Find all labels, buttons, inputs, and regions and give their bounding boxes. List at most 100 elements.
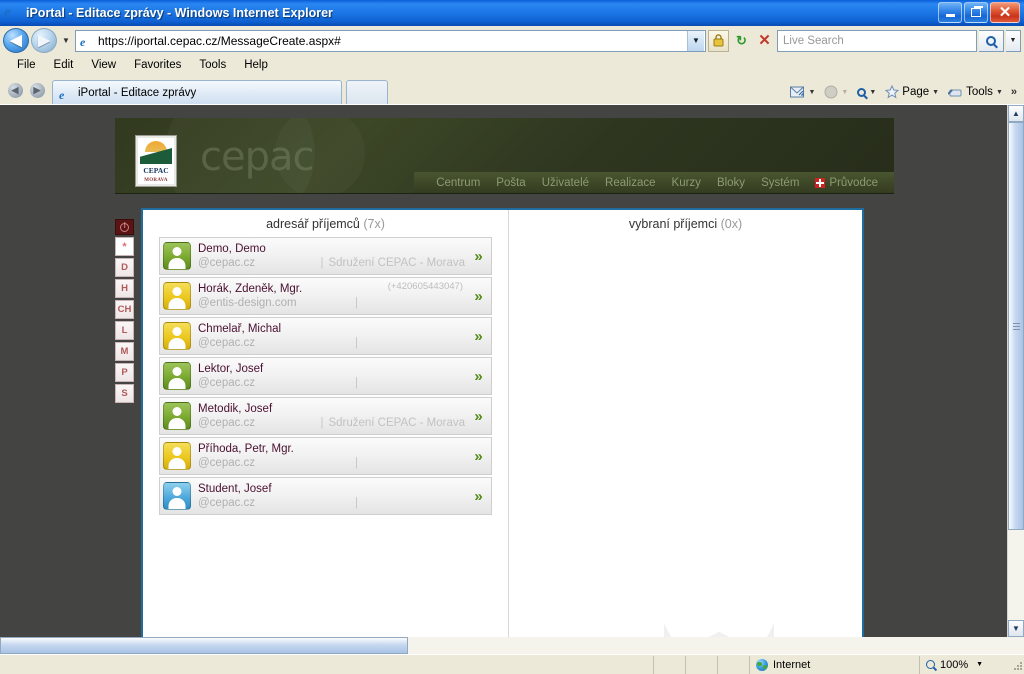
add-recipient-button[interactable]: » xyxy=(465,368,487,385)
history-dropdown-button[interactable]: ▼ xyxy=(59,31,73,51)
command-overflow-button[interactable]: » xyxy=(1008,86,1020,98)
list-item[interactable]: Student, Josef @cepac.cz | » xyxy=(159,477,492,515)
forward-button[interactable]: ▶ xyxy=(31,28,57,53)
menu-item-tools[interactable]: Tools xyxy=(190,57,235,73)
zoom-control[interactable]: 100% ▼ xyxy=(919,655,1007,674)
horizontal-scroll-thumb[interactable] xyxy=(0,637,408,654)
rail-item-s[interactable]: S xyxy=(115,384,134,403)
chevron-down-icon: ▼ xyxy=(841,88,849,96)
list-item[interactable]: Příhoda, Petr, Mgr. @cepac.cz | » xyxy=(159,437,492,475)
menu-item-view[interactable]: View xyxy=(82,57,125,73)
back-arrow-icon: ◀ xyxy=(10,32,22,49)
address-dropdown-button[interactable]: ▼ xyxy=(687,30,704,51)
horizontal-scroll-track[interactable] xyxy=(408,637,1024,654)
rail-item-l[interactable]: L xyxy=(115,321,134,340)
vertical-scroll-thumb[interactable] xyxy=(1008,122,1024,531)
scroll-up-button[interactable]: ▲ xyxy=(1008,105,1024,122)
nav-item-posta[interactable]: Pošta xyxy=(488,177,533,189)
contact-name: Demo, Demo xyxy=(198,243,266,255)
list-item[interactable]: Horák, Zdeněk, Mgr. @entis-design.com | xyxy=(159,277,492,315)
cepac-logo: CEPAC MORAVA xyxy=(135,135,177,187)
contact-email: @cepac.cz xyxy=(198,417,256,429)
contact-email: @entis-design.com xyxy=(198,297,297,309)
nav-item-realizace[interactable]: Realizace xyxy=(597,177,664,189)
nav-item-system[interactable]: Systém xyxy=(753,177,807,189)
list-item[interactable]: Lektor, Josef @cepac.cz | » xyxy=(159,357,492,395)
security-zone-label: Internet xyxy=(773,658,811,671)
rail-item-m[interactable]: M xyxy=(115,342,134,361)
add-recipient-button[interactable]: » xyxy=(465,248,487,265)
chevron-down-icon: ▼ xyxy=(995,88,1003,96)
new-tab-button[interactable] xyxy=(346,80,388,104)
contact-name: Student, Josef xyxy=(198,483,272,495)
forward-arrow-icon: ▶ xyxy=(38,32,50,49)
command-feeds[interactable]: ▼ xyxy=(820,83,852,101)
avatar xyxy=(163,282,191,310)
search-placeholder: Live Search xyxy=(783,34,844,47)
command-page[interactable]: Page ▼ xyxy=(881,83,943,101)
search-input[interactable]: Live Search xyxy=(777,29,977,52)
stop-button[interactable]: ✕ xyxy=(754,30,775,52)
menu-item-edit[interactable]: Edit xyxy=(45,57,83,73)
minimize-button[interactable] xyxy=(938,2,962,23)
security-zone[interactable]: Internet xyxy=(749,655,919,674)
tab-forward-button[interactable]: ▶ xyxy=(26,79,48,101)
command-read-mail[interactable]: ▼ xyxy=(786,84,819,101)
back-arrow-icon: ◀ xyxy=(11,84,19,95)
vertical-scroll-track[interactable] xyxy=(1008,122,1024,620)
contact-list: Demo, Demo @cepac.cz | Sdružení CEPAC - … xyxy=(143,237,508,515)
restore-button[interactable] xyxy=(964,2,988,23)
search-submit-button[interactable] xyxy=(979,29,1004,52)
nav-item-pruvodce-label: Průvodce xyxy=(829,176,878,189)
list-item[interactable]: Metodik, Josef @cepac.cz | Sdružení CEPA… xyxy=(159,397,492,435)
nav-item-bloky[interactable]: Bloky xyxy=(709,177,753,189)
menu-item-favorites[interactable]: Favorites xyxy=(125,57,190,73)
contact-separator: | xyxy=(355,337,358,349)
refresh-button[interactable]: ↻ xyxy=(731,30,752,52)
list-item[interactable]: Demo, Demo @cepac.cz | Sdružení CEPAC - … xyxy=(159,237,492,275)
command-tools[interactable]: Tools ▼ xyxy=(944,84,1007,101)
back-button[interactable]: ◀ xyxy=(3,28,29,53)
logo-subtitle: MORAVA xyxy=(144,178,168,183)
rail-item-d[interactable]: D xyxy=(115,258,134,277)
menu-item-help[interactable]: Help xyxy=(235,57,277,73)
rail-item-p[interactable]: P xyxy=(115,363,134,382)
chevron-down-icon: ▼ xyxy=(932,88,940,96)
scroll-down-button[interactable]: ▼ xyxy=(1008,620,1024,637)
menu-item-file[interactable]: File xyxy=(8,57,45,73)
search-provider-dropdown[interactable]: ▼ xyxy=(1006,29,1021,52)
window-controls: ✕ xyxy=(938,2,1022,23)
address-input[interactable]: e https://iportal.cepac.cz/MessageCreate… xyxy=(75,29,706,52)
browser-window: e iPortal - Editace zprávy - Windows Int… xyxy=(0,0,1024,674)
rail-item-all[interactable]: * xyxy=(115,237,134,256)
security-lock-icon[interactable] xyxy=(708,29,729,52)
nav-item-uzivatele[interactable]: Uživatelé xyxy=(534,177,597,189)
resize-grip[interactable] xyxy=(1010,658,1024,672)
contact-email: @cepac.cz xyxy=(198,337,256,349)
nav-item-centrum[interactable]: Centrum xyxy=(428,177,488,189)
nav-item-pruvodce[interactable]: Průvodce xyxy=(807,177,886,189)
power-icon[interactable] xyxy=(115,219,134,235)
add-recipient-button[interactable]: » xyxy=(465,328,487,345)
nav-item-kurzy[interactable]: Kurzy xyxy=(664,177,709,189)
contact-name: Příhoda, Petr, Mgr. xyxy=(198,443,294,455)
horizontal-scrollbar[interactable] xyxy=(0,637,1024,654)
address-book-column: adresář příjemců (7x) Demo, Demo @cepac.… xyxy=(143,210,509,637)
grip-icon xyxy=(1012,322,1020,330)
rail-item-h[interactable]: H xyxy=(115,279,134,298)
command-print[interactable]: ▼ xyxy=(853,86,880,99)
tab-iportal[interactable]: e iPortal - Editace zprávy xyxy=(52,80,342,104)
tab-back-button[interactable]: ◀ xyxy=(4,79,26,101)
add-recipient-button[interactable]: » xyxy=(465,448,487,465)
close-button[interactable]: ✕ xyxy=(990,2,1020,23)
rail-item-ch[interactable]: CH xyxy=(115,300,134,319)
list-item[interactable]: Chmelař, Michal @cepac.cz | » xyxy=(159,317,492,355)
contact-phone: (+420605443047) xyxy=(387,281,463,292)
browser-viewport: CEPAC MORAVA cepac Centrum Pošta Uživate… xyxy=(0,104,1024,637)
vertical-scrollbar[interactable]: ▲ ▼ xyxy=(1007,105,1024,637)
add-recipient-button[interactable]: » xyxy=(465,288,487,305)
status-message xyxy=(0,656,653,674)
add-recipient-button[interactable]: » xyxy=(465,488,487,505)
contact-name: Lektor, Josef xyxy=(198,363,264,375)
add-recipient-button[interactable]: » xyxy=(465,408,487,425)
